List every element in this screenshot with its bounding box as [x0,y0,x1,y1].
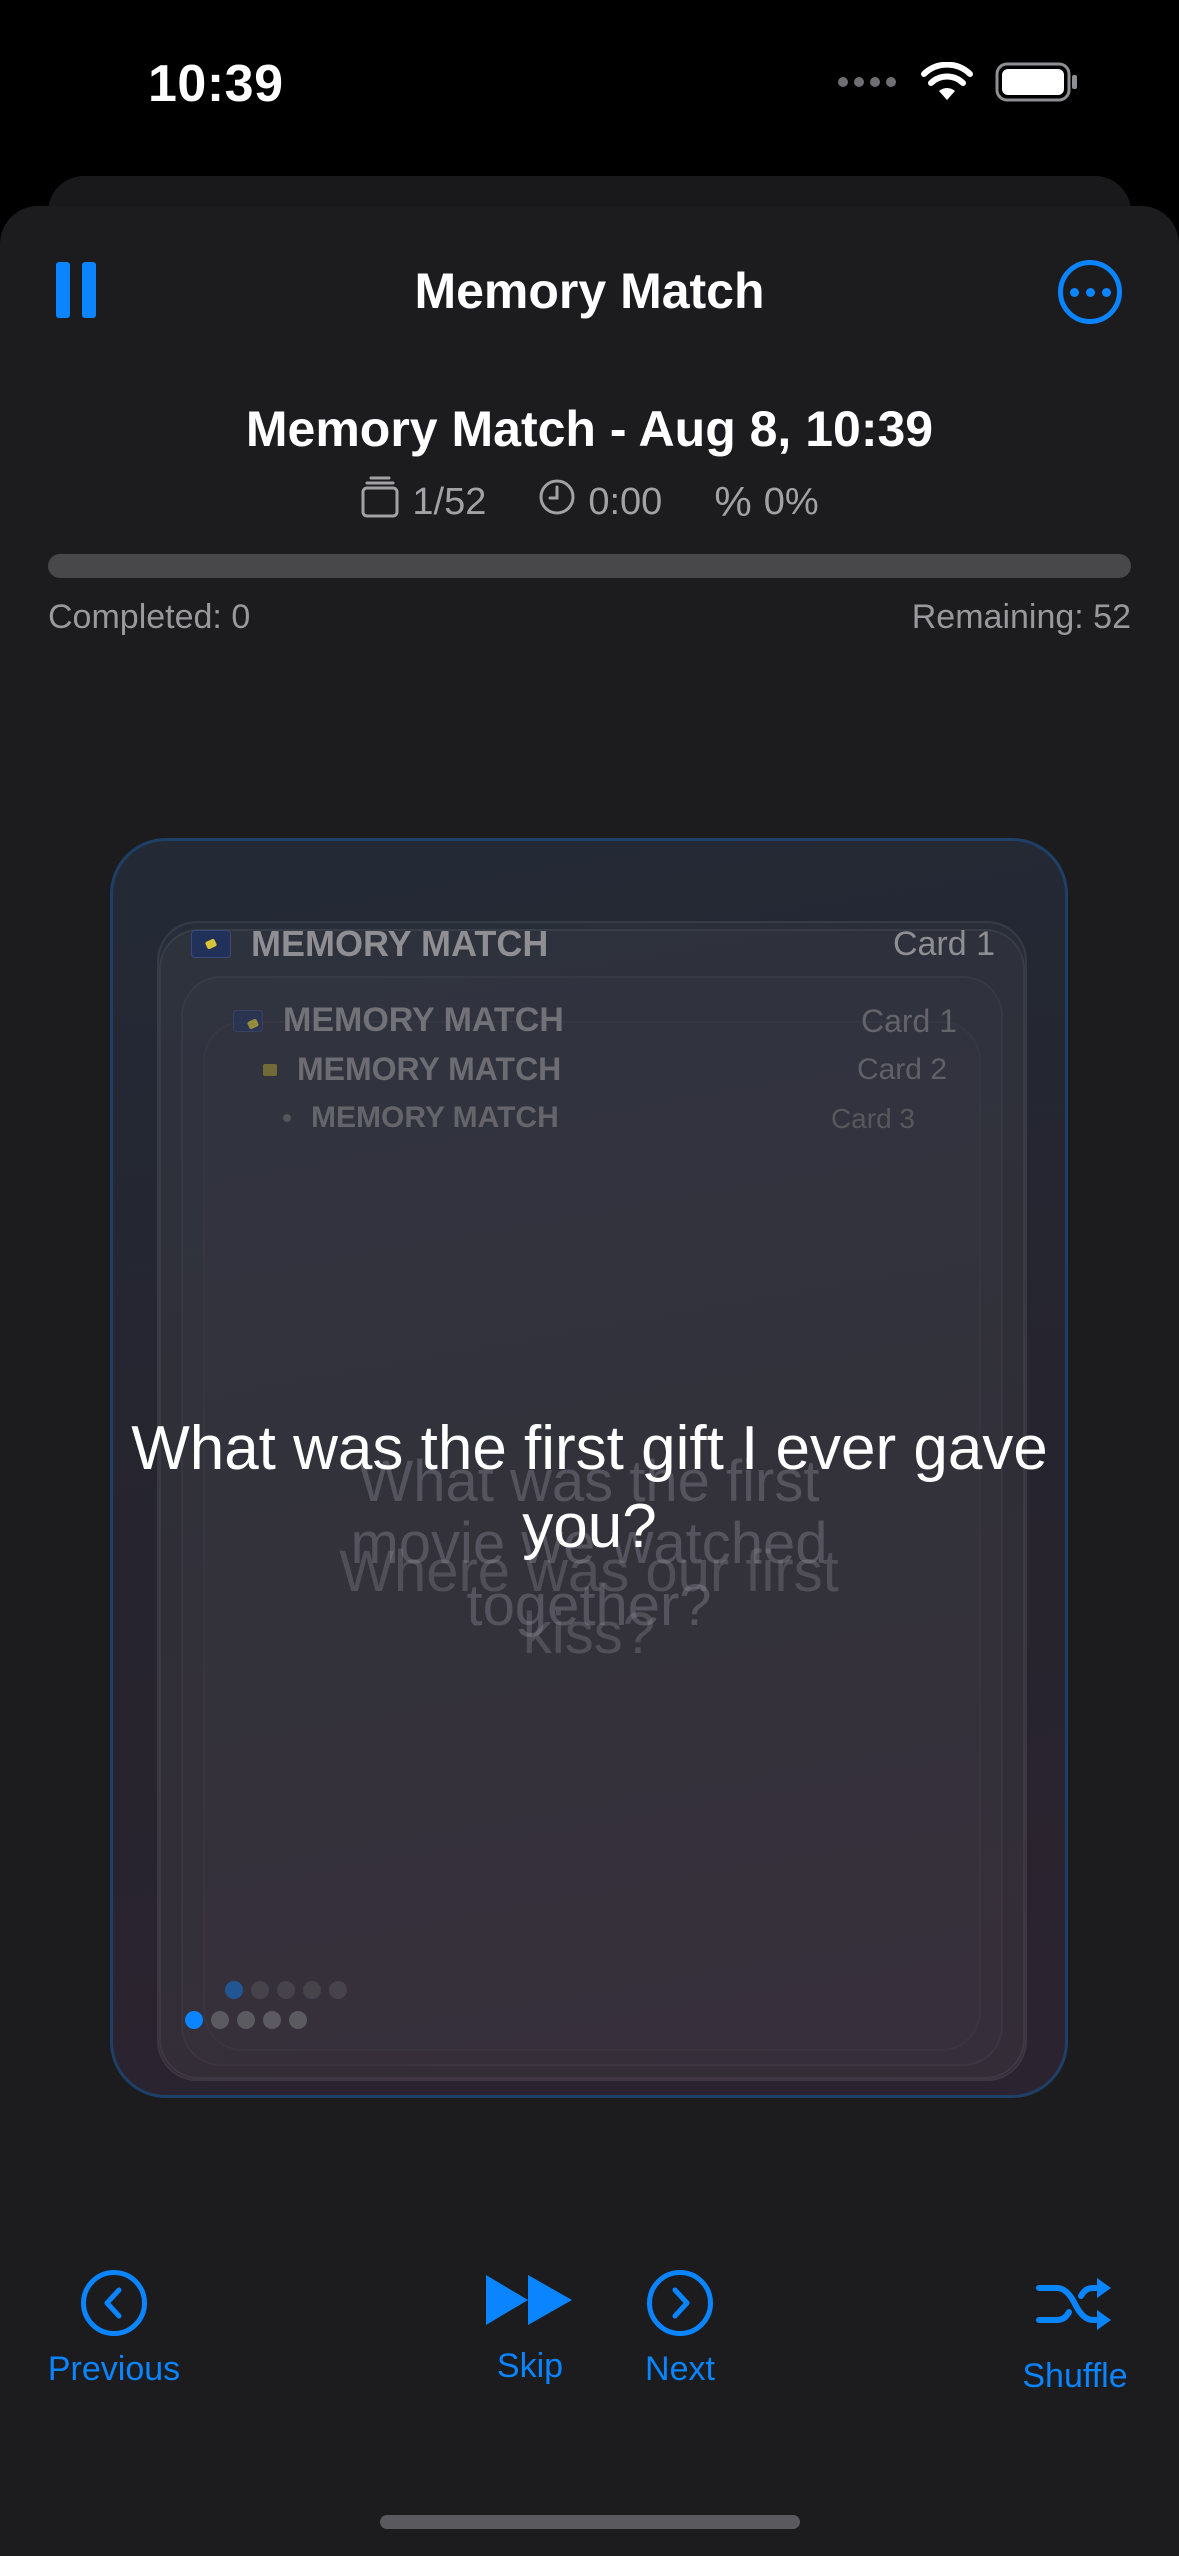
previous-button[interactable]: Previous [46,2270,182,2389]
completed-label: Completed: 0 [48,598,251,636]
card-1-page-dots [185,2011,307,2029]
next-label: Next [645,2350,715,2388]
status-bar: 10:39 [0,0,1179,175]
memory-match-flag-icon [191,930,231,958]
previous-label: Previous [47,2350,181,2388]
fast-forward-icon [484,2272,576,2337]
skip-button[interactable]: Skip [472,2272,588,2386]
card-2-page-dots [225,1981,347,1999]
card-front-title: MEMORY MATCH [251,923,549,964]
percent-icon: % [714,478,752,525]
chevron-left-icon [81,2270,147,2336]
status-icons [837,61,1079,107]
battery-icon [995,62,1079,107]
session-title: Memory Match - Aug 8, 10:39 [245,401,934,457]
percent-value: 0% [763,480,819,523]
wifi-icon [921,61,973,107]
timer-value: 0:00 [588,480,663,523]
next-button[interactable]: Next [634,2270,726,2389]
home-indicator[interactable] [380,2515,800,2529]
status-time: 10:39 [148,55,284,113]
card-front-header: MEMORY MATCH [191,923,548,965]
shuffle-icon [1035,2274,1115,2345]
card-front-number: Card 1 [892,925,995,963]
card-count: 1/52 [412,480,487,523]
more-options-button[interactable] [1058,260,1122,324]
nav-title: Memory Match [414,263,765,319]
timer-stat: 0:00 [538,476,662,528]
clock-icon [538,478,576,526]
shuffle-label: Shuffle [1022,2357,1128,2395]
skip-label: Skip [496,2347,564,2385]
shuffle-button[interactable]: Shuffle [1010,2274,1140,2396]
progress-bar [48,554,1131,578]
ellipsis-icon [1069,287,1079,297]
session-stats: 1/52 0:00 % 0% [0,476,1179,528]
signal-icon [837,75,899,94]
card-count-stat: 1/52 [360,476,486,528]
remaining-label: Remaining: 52 [911,598,1131,636]
card-stack-icon [360,476,400,528]
percent-stat: % 0% [714,476,818,528]
card-question: What was the first gift I ever gave you? [131,1414,1048,1561]
chevron-right-icon [647,2270,713,2336]
